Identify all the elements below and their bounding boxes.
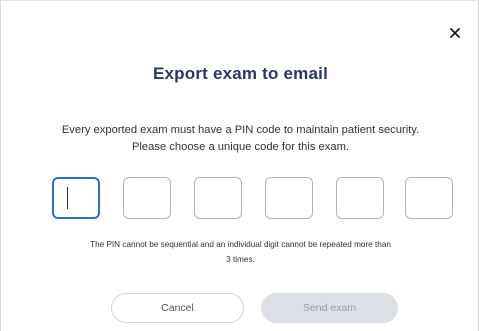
pin-input-group — [52, 177, 456, 219]
description-line-1: Every exported exam must have a PIN code… — [61, 124, 420, 136]
close-icon — [450, 28, 460, 38]
pin-digit-3[interactable] — [194, 177, 242, 219]
pin-digit-6[interactable] — [405, 177, 453, 219]
text-caret — [67, 187, 68, 209]
description-line-2: Please choose a unique code for this exa… — [131, 141, 350, 153]
hint-line-2: 3 times. — [226, 255, 255, 264]
close-button[interactable] — [444, 22, 466, 44]
pin-digit-1[interactable] — [52, 177, 100, 219]
pin-digit-5[interactable] — [336, 177, 384, 219]
dialog-description: Every exported exam must have a PIN code… — [1, 122, 480, 156]
hint-line-1: The PIN cannot be sequential and an indi… — [90, 240, 391, 249]
export-exam-dialog: Export exam to email Every exported exam… — [0, 0, 479, 331]
pin-rules-hint: The PIN cannot be sequential and an indi… — [1, 237, 480, 267]
dialog-title: Export exam to email — [152, 64, 328, 83]
send-exam-button[interactable]: Send exam — [261, 293, 398, 323]
cancel-button[interactable]: Cancel — [111, 293, 244, 323]
pin-digit-4[interactable] — [265, 177, 313, 219]
pin-digit-2[interactable] — [123, 177, 171, 219]
